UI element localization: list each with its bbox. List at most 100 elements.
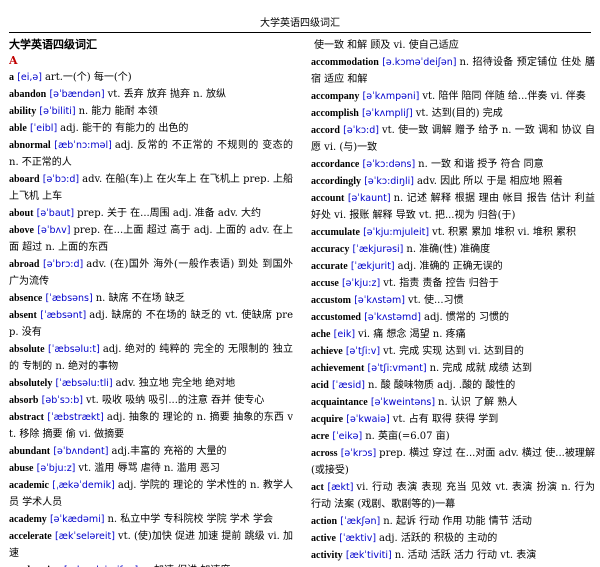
vocab-entry: above [əˈbʌv] prep. 在...上面 超过 高于 adj. 上面的…	[9, 222, 293, 256]
entry-word: accomplish	[311, 108, 359, 119]
entry-phonetic: [əbˈsɔ:b]	[41, 395, 83, 406]
entry-word: aboard	[9, 174, 40, 185]
entry-word: above	[9, 225, 34, 236]
entry-phonetic: [ˈeibl]	[29, 123, 58, 134]
entry-definition: n. 准确(性) 准确度	[406, 244, 491, 255]
entry-phonetic: [eik]	[333, 329, 356, 340]
right-column: 使一致 和解 顾及 vi. 使自己适应 accommodation [ə.kɔmə…	[311, 37, 595, 567]
vocab-entry: accordance [əˈkɔ:dəns] n. 一致 和谐 授予 符合 同意	[311, 156, 595, 173]
entry-definition: n. 能力 能耐 本领	[78, 106, 158, 117]
entry-phonetic: [ˈæbstrækt]	[47, 412, 104, 423]
vocab-entry: activity [ækˈtiviti] n. 活动 活跃 活力 行动 vt. 表…	[311, 547, 595, 564]
entry-phonetic: [əˈbrɔ:d]	[42, 259, 84, 270]
vocab-entry: abundant [əˈbʌndənt] adj.丰富的 充裕的 大量的	[9, 443, 293, 460]
vocab-entry: acceleration [æk.seləˈreiʃən]n. 加速 促进 加速…	[9, 562, 293, 567]
entry-definition: adj. 准确的 正确无误的	[397, 261, 503, 272]
vocab-entry: a [ei,ə] art.一(个) 每一(个)	[9, 69, 293, 86]
vocab-entry: accustomed [əˈkʌstəmd] adj. 惯常的 习惯的	[311, 309, 595, 326]
entry-definition: vi. 行动 表演 表现 充当 见效 vt. 表演 扮演 n. 行为 行动 法案…	[311, 482, 595, 510]
entry-word: accompany	[311, 91, 360, 102]
entry-phonetic: [ˈæsid]	[331, 380, 365, 391]
entry-phonetic: [əˈkweintəns]	[370, 397, 436, 408]
vocab-entry: acid [ˈæsid] n. 酸 酸味物质 adj. .酸的 酸性的	[311, 377, 595, 394]
entry-definition: vt. 使...习惯	[407, 295, 464, 306]
vocab-entry: acre [ˈeikə] n. 英亩(=6.07 亩)	[311, 428, 595, 445]
entry-phonetic: [əˈkaunt]	[347, 193, 391, 204]
vocab-entry: absolutely [ˈæbsəlu:tli] adv. 独立地 完全地 绝对地	[9, 375, 293, 392]
entry-word: accuse	[311, 278, 339, 289]
entry-word: able	[9, 123, 27, 134]
entry-definition: adj.丰富的 充裕的 大量的	[111, 446, 227, 457]
entry-phonetic: [əˈbændən]	[49, 89, 105, 100]
entry-word: accustomed	[311, 312, 361, 323]
entry-word: absolute	[9, 344, 45, 355]
entry-phonetic: [ækt]	[327, 482, 354, 493]
entry-word: accordingly	[311, 176, 361, 187]
entry-phonetic: [əˈbɔ:d]	[42, 174, 80, 185]
entry-phonetic: [ˈeikə]	[332, 431, 363, 442]
vocab-entry: absence [ˈæbsəns] n. 缺席 不在场 缺乏	[9, 290, 293, 307]
entry-definition: vt. (使)加快 促进 加速 提前 跳级 vi. 加速	[9, 531, 293, 559]
vocab-entry: acquire [əˈkwaiə] vt. 占有 取得 获得 学到	[311, 411, 595, 428]
entry-word: achievement	[311, 363, 365, 374]
entry-definition: adj. 活跃的 积极的 主动的	[379, 533, 498, 544]
vocab-entry: accurate [ˈækjurit] adj. 准确的 正确无误的	[311, 258, 595, 275]
entry-phonetic: [ˈækjurəsi]	[352, 244, 404, 255]
entry-word: about	[9, 208, 34, 219]
entry-definition: adv. 独立地 完全地 绝对地	[115, 378, 236, 389]
entry-word: accumulate	[311, 227, 360, 238]
entry-phonetic: [əˈkɔ:diŋli]	[364, 176, 414, 187]
vocab-entry: active [ˈæktiv] adj. 活跃的 积极的 主动的	[311, 530, 595, 547]
entry-phonetic: [ˈæbsəlu:tli]	[55, 378, 113, 389]
entry-word: accord	[311, 125, 340, 136]
vocab-entry: academy [əˈkædəmi] n. 私立中学 专科院校 学院 学术 学会	[9, 511, 293, 528]
vocab-entry: abnormal [æbˈnɔ:məl] adj. 反常的 不正常的 不规则的 变…	[9, 137, 293, 171]
entry-definition: adj. 能干的 有能力的 出色的	[60, 123, 189, 134]
entry-definition: 使一致 和解 顾及 vi. 使自己适应	[314, 40, 459, 51]
vocab-entry: accuracy [ˈækjurəsi] n. 准确(性) 准确度	[311, 241, 595, 258]
entry-phonetic: [əˈkrɔs]	[340, 448, 377, 459]
left-column: 大学英语四级词汇 A a [ei,ə] art.一(个) 每一(个) abandon…	[9, 37, 293, 567]
right-entry-list: 使一致 和解 顾及 vi. 使自己适应 accommodation [ə.kɔmə…	[311, 37, 595, 564]
vocab-entry: absolute [ˈæbsəlu:t] adj. 绝对的 纯粹的 完全的 无限制…	[9, 341, 293, 375]
vocab-entry: abandon [əˈbændən] vt. 丢弃 放弃 抛弃 n. 放纵	[9, 86, 293, 103]
entry-phonetic: [əˈkwaiə]	[346, 414, 390, 425]
entry-phonetic: [əˈbiliti]	[39, 106, 76, 117]
entry-definition: vt. 陪伴 陪同 伴随 给...伴奏 vi. 伴奏	[422, 91, 586, 102]
entry-phonetic: [əˈbaut]	[36, 208, 75, 219]
entry-word: academic	[9, 480, 49, 491]
left-entry-list: a [ei,ə] art.一(个) 每一(个) abandon [əˈbændən]…	[9, 69, 293, 567]
vocab-entry: achieve [əˈtʃi:v] vt. 完成 实现 达到 vi. 达到目的	[311, 343, 595, 360]
entry-word: acquire	[311, 414, 344, 425]
entry-phonetic: [əˈkʌmpliʃ]	[361, 108, 413, 119]
vocab-entry: able [ˈeibl] adj. 能干的 有能力的 出色的	[9, 120, 293, 137]
entry-word: acre	[311, 431, 330, 442]
entry-word: accustom	[311, 295, 351, 306]
entry-word: abstract	[9, 412, 44, 423]
entry-definition: vt. 吸收 吸纳 吸引...的注意 吞并 使专心	[85, 395, 265, 406]
entry-phonetic: [ˈæbsəlu:t]	[48, 344, 100, 355]
vocab-entry: abroad [əˈbrɔ:d] adv. (在)国外 海外(一般作表语) 到处 …	[9, 256, 293, 290]
entry-definition: n. 起诉 行动 作用 功能 情节 活动	[383, 516, 532, 527]
entry-word: account	[311, 193, 345, 204]
entry-phonetic: [əˈkʌstəmd]	[364, 312, 421, 323]
page-header: 大学英语四级词汇	[260, 18, 340, 29]
section-letter: A	[9, 54, 18, 67]
entry-definition: n. 认识 了解 熟人	[438, 397, 518, 408]
entry-word: absorb	[9, 395, 39, 406]
vocab-entry: achievement [əˈtʃi:vmənt] n. 完成 成就 成绩 达到	[311, 360, 595, 377]
entry-phonetic: [əˈbʌndənt]	[53, 446, 109, 457]
vocab-entry: accustom [əˈkʌstəm] vt. 使...习惯	[311, 292, 595, 309]
entry-word: ache	[311, 329, 331, 340]
vocab-entry: action [ˈækʃən] n. 起诉 行动 作用 功能 情节 活动	[311, 513, 595, 530]
entry-word: absent	[9, 310, 37, 321]
entry-word: abuse	[9, 463, 34, 474]
vocab-entry: absorb [əbˈsɔ:b] vt. 吸收 吸纳 吸引...的注意 吞并 使专…	[9, 392, 293, 409]
entry-phonetic: [əˈkʌmpəni]	[362, 91, 420, 102]
entry-word: acid	[311, 380, 329, 391]
vocab-entry: act [ækt] vi. 行动 表演 表现 充当 见效 vt. 表演 扮演 n.…	[311, 479, 595, 513]
vocab-entry: accord [əˈkɔ:d] vt. 使一致 调解 赠予 给予 n. 一致 调和…	[311, 122, 595, 156]
entry-phonetic: [əˈkɔ:dəns]	[362, 159, 416, 170]
entry-word: accuracy	[311, 244, 350, 255]
entry-word: across	[311, 448, 338, 459]
